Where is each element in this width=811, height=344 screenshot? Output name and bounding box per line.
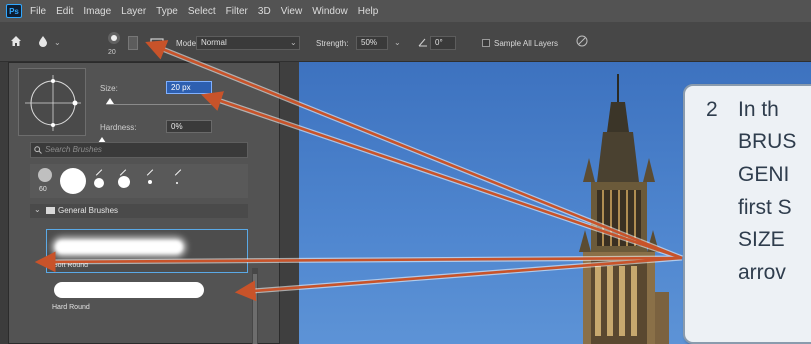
arrow-to-brush-picker: [145, 40, 683, 260]
arrow-to-size-field: [201, 91, 683, 260]
arrow-to-soft-round: [234, 256, 683, 302]
annotation-arrows: [34, 40, 683, 302]
